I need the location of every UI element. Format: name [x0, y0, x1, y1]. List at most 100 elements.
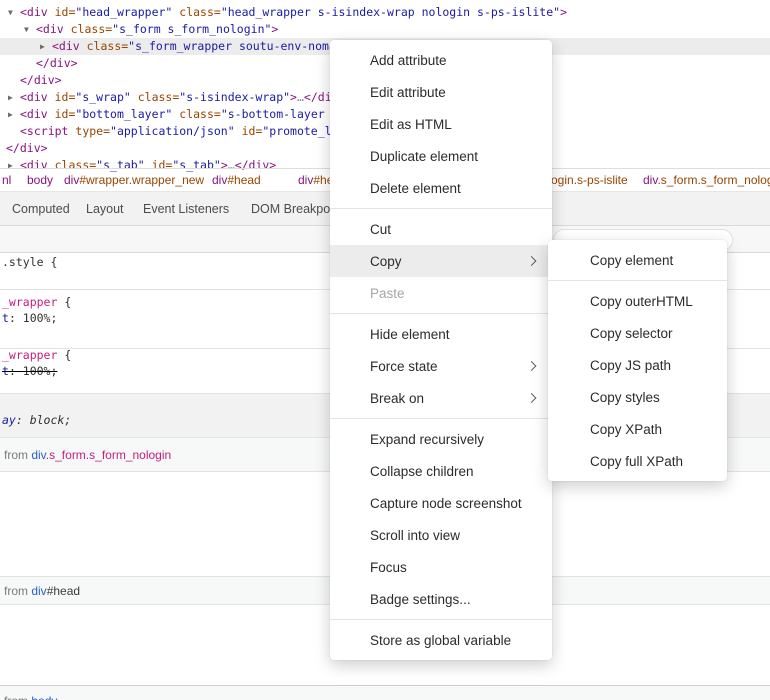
menu-item-add-attribute[interactable]: Add attribute — [330, 44, 552, 76]
menu-item-copy-xpath[interactable]: Copy XPath — [548, 413, 727, 445]
breadcrumb-item[interactable]: nl — [2, 173, 11, 187]
menu-item-delete-element[interactable]: Delete element — [330, 172, 552, 204]
style-rule-text[interactable]: _wrapper { — [2, 348, 71, 362]
code-token-link: div — [31, 448, 45, 462]
code-token-val: "s_form s_form_nologin" — [112, 22, 271, 36]
dom-node-markup[interactable]: </div> — [36, 55, 78, 72]
code-token-tag: </div> — [20, 73, 62, 87]
menu-item-copy-styles[interactable]: Copy styles — [548, 381, 727, 413]
menu-item-label: Focus — [370, 560, 407, 575]
dom-node-markup[interactable]: <div id="s_wrap" class="s-isindex-wrap">… — [20, 89, 345, 106]
code-token-attr: id= — [48, 90, 76, 104]
menu-item-label: Hide element — [370, 327, 450, 342]
code-token-prop: t — [2, 311, 9, 325]
style-rule-text[interactable]: ay: block; — [2, 413, 71, 427]
menu-item-capture-node-screenshot[interactable]: Capture node screenshot — [330, 487, 552, 519]
menu-item-copy-full-xpath[interactable]: Copy full XPath — [548, 445, 727, 477]
menu-item-hide-element[interactable]: Hide element — [330, 318, 552, 350]
code-token-link: div — [31, 584, 46, 598]
code-token-attr: #wrapper.wrapper_new — [79, 173, 204, 187]
code-token-attr: class= — [172, 5, 220, 19]
tab-layout[interactable]: Layout — [86, 202, 124, 216]
code-token-plain: .style { — [2, 255, 57, 269]
dom-node-markup[interactable]: </div> — [20, 72, 62, 89]
menu-item-label: Add attribute — [370, 53, 447, 68]
code-token-dark: #head — [47, 584, 80, 598]
style-rule-text[interactable]: t: 100%; — [2, 364, 57, 378]
dom-node-markup[interactable]: </div> — [6, 140, 48, 157]
menu-item-edit-attribute[interactable]: Edit attribute — [330, 76, 552, 108]
collapse-arrow-icon[interactable]: ▼ — [8, 4, 13, 21]
menu-item-scroll-into-view[interactable]: Scroll into view — [330, 519, 552, 551]
breadcrumb-item[interactable]: div.s_form.s_form_nolog — [643, 173, 770, 187]
expand-arrow-icon[interactable]: ▶ — [8, 89, 13, 106]
dom-node-markup[interactable]: <div id="head_wrapper" class="head_wrapp… — [20, 4, 567, 21]
code-token-prop: t — [2, 364, 9, 378]
menu-item-duplicate-element[interactable]: Duplicate element — [330, 140, 552, 172]
menu-item-cut[interactable]: Cut — [330, 213, 552, 245]
breadcrumb-item[interactable]: body — [27, 173, 53, 187]
menu-item-expand-recursively[interactable]: Expand recursively — [330, 423, 552, 455]
expand-arrow-icon[interactable]: ▶ — [8, 106, 13, 123]
collapse-arrow-icon[interactable]: ▼ — [24, 21, 29, 38]
menu-item-label: Copy styles — [590, 390, 660, 405]
style-rule-text[interactable]: .style { — [2, 255, 57, 269]
tab-computed[interactable]: Computed — [12, 202, 70, 216]
menu-item-copy[interactable]: Copy — [330, 245, 552, 277]
style-rule-text[interactable]: _wrapper { — [2, 295, 71, 309]
code-token-tag: div — [298, 173, 313, 187]
dom-tree-row[interactable]: ▼ <div id="head_wrapper" class="head_wrap… — [0, 4, 770, 21]
menu-item-badge-settings[interactable]: Badge settings... — [330, 583, 552, 615]
code-token-val: "s_form_wrapper soutu-env-nomac — [128, 39, 343, 53]
code-token-val: "head_wrapper s-isindex-wrap nologin s-p… — [221, 5, 560, 19]
menu-item-collapse-children[interactable]: Collapse children — [330, 455, 552, 487]
context-menu: Add attributeEdit attributeEdit as HTMLD… — [330, 40, 552, 660]
dom-node-markup[interactable]: <script type="application/json" id="prom… — [20, 123, 345, 140]
style-rule-text[interactable]: from body — [4, 694, 57, 700]
tab-event-listeners[interactable]: Event Listeners — [143, 202, 229, 216]
code-token-val: "bottom_layer" — [75, 107, 172, 121]
breadcrumb-item[interactable]: ogin.s-ps-islite — [551, 173, 628, 187]
menu-item-edit-as-html[interactable]: Edit as HTML — [330, 108, 552, 140]
menu-item-label: Copy full XPath — [590, 454, 683, 469]
menu-item-copy-element[interactable]: Copy element — [548, 244, 727, 276]
menu-item-force-state[interactable]: Force state — [330, 350, 552, 382]
dom-node-markup[interactable]: <div class="s_form s_form_nologin"> — [36, 21, 278, 38]
dom-node-markup[interactable]: <div class="s_form_wrapper soutu-env-nom… — [52, 38, 343, 55]
code-token-sel: _wrapper — [2, 348, 57, 362]
menu-item-label: Force state — [370, 359, 438, 374]
menu-item-copy-selector[interactable]: Copy selector — [548, 317, 727, 349]
style-rule-text[interactable]: from div#head — [4, 584, 80, 598]
menu-item-label: Copy XPath — [590, 422, 662, 437]
menu-item-focus[interactable]: Focus — [330, 551, 552, 583]
code-token-from: from — [4, 584, 31, 598]
style-rule-text[interactable]: from div.s_form.s_form_nologin — [4, 448, 171, 462]
code-token-plain: : block; — [16, 413, 71, 427]
menu-item-copy-outerhtml[interactable]: Copy outerHTML — [548, 285, 727, 317]
breadcrumb-item[interactable]: div#head — [212, 173, 261, 187]
dom-node-markup[interactable]: <div id="bottom_layer" class="s-bottom-l… — [20, 106, 345, 123]
expand-arrow-icon[interactable]: ▶ — [40, 38, 45, 55]
menu-item-copy-js-path[interactable]: Copy JS path — [548, 349, 727, 381]
code-token-tag: > — [271, 22, 278, 36]
menu-item-break-on[interactable]: Break on — [330, 382, 552, 414]
style-rule-text[interactable]: t: 100%; — [2, 311, 57, 325]
menu-separator — [330, 313, 552, 314]
code-token-tag: <div — [52, 39, 80, 53]
code-token-from: from — [4, 694, 31, 700]
code-token-sel: _wrapper — [2, 295, 57, 309]
code-token-attr: id= — [48, 107, 76, 121]
menu-item-store-as-global-variable[interactable]: Store as global variable — [330, 624, 552, 656]
code-token-sel: .s_form.s_form_nologin — [46, 448, 171, 462]
styles-section-band — [0, 686, 770, 700]
menu-item-label: Collapse children — [370, 464, 474, 479]
menu-item-label: Edit attribute — [370, 85, 446, 100]
breadcrumb-item[interactable]: div#wrapper.wrapper_new — [64, 173, 204, 187]
code-token-tag: <div — [36, 22, 64, 36]
menu-separator — [330, 208, 552, 209]
code-token-plain: { — [57, 348, 71, 362]
code-token-tag: nl — [2, 173, 11, 187]
menu-item-label: Expand recursively — [370, 432, 484, 447]
dom-tree-row[interactable]: ▼ <div class="s_form s_form_nologin"> — [0, 21, 770, 38]
menu-separator — [548, 280, 727, 281]
